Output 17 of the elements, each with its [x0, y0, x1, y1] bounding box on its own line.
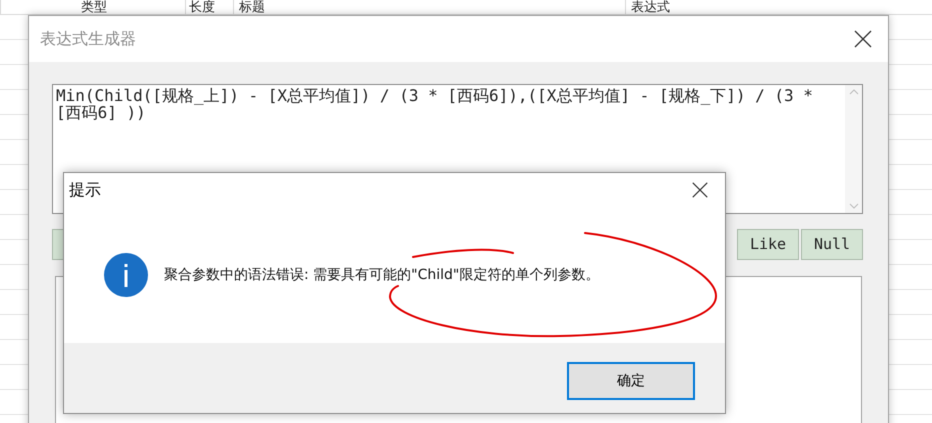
- scroll-up-icon[interactable]: [848, 89, 858, 95]
- column-header: 类型: [81, 0, 108, 14]
- ok-button[interactable]: 确定: [567, 362, 695, 400]
- expression-text: Min(Child([规格_上]) - [X总平均值]) / (3 * [西码6]),([X总平均值] - [规格_下]) / (3 *[西码6] )): [56, 86, 813, 122]
- dialog-title: 提示: [69, 179, 101, 201]
- close-icon[interactable]: [853, 29, 873, 49]
- operator-button[interactable]: Like: [737, 229, 799, 260]
- operator-button[interactable]: Null: [801, 229, 863, 260]
- error-message: 聚合参数中的语法错误: 需要具有可能的"Child"限定符的单个列参数。: [164, 266, 600, 284]
- column-header: 表达式: [631, 0, 671, 14]
- scroll-down-icon[interactable]: [848, 203, 858, 209]
- column-header: 长度: [189, 0, 216, 14]
- info-icon: [104, 253, 148, 297]
- window-title: 表达式生成器: [40, 28, 136, 50]
- scrollbar[interactable]: [845, 85, 862, 213]
- column-header: 标题: [239, 0, 266, 14]
- close-icon[interactable]: [691, 181, 709, 199]
